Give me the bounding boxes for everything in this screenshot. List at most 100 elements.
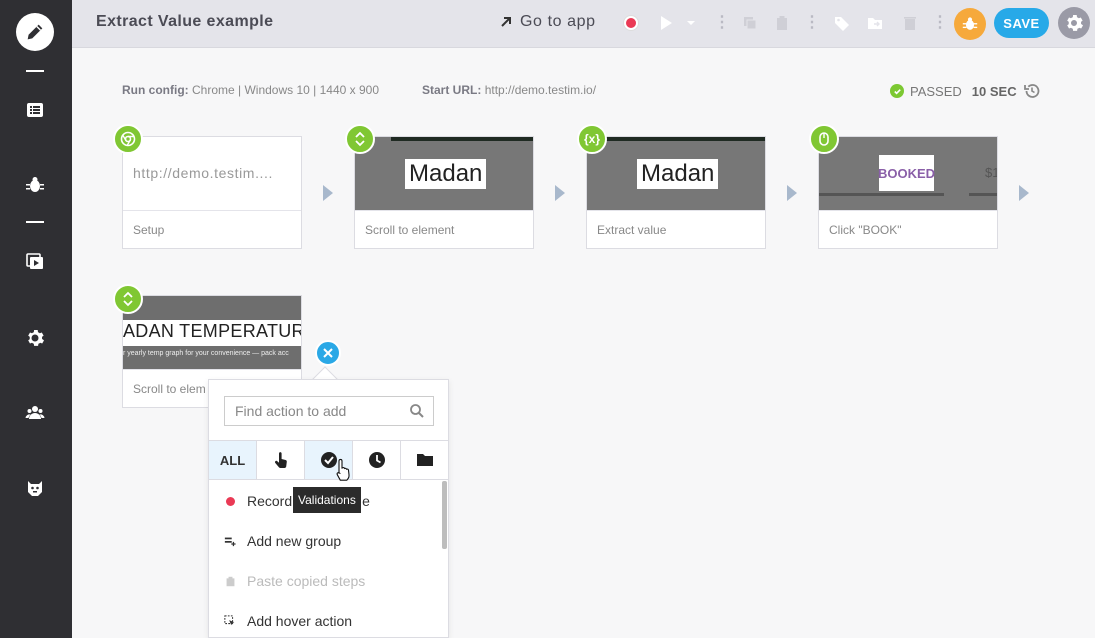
action-label: Record <box>247 493 293 509</box>
tab-all[interactable]: ALL <box>209 441 257 479</box>
history-icon[interactable] <box>1023 82 1041 100</box>
go-to-app-button[interactable]: Go to app <box>500 13 596 31</box>
settings-icon[interactable] <box>24 327 46 349</box>
validations-tooltip: Validations <box>293 487 361 513</box>
action-label: Paste copied steps <box>247 573 366 589</box>
test-settings-button[interactable] <box>1058 7 1090 39</box>
step-label: Click "BOOK" <box>829 223 902 237</box>
tab-shared[interactable] <box>401 441 448 479</box>
run-config: Run config: Chrome | Windows 10 | 1440 x… <box>122 83 379 97</box>
variable-icon: {x} <box>577 124 607 154</box>
step-card-scroll[interactable]: Madan Scroll to element <box>354 136 534 249</box>
go-to-app-label: Go to app <box>520 13 596 30</box>
step-preview-text: ADAN TEMPERATURE <box>123 321 301 341</box>
chrome-icon <box>113 124 143 154</box>
step-thumbnail: ADAN TEMPERATURE r yearly temp graph for… <box>123 296 301 370</box>
bug-icon[interactable] <box>24 174 46 196</box>
copy-button[interactable] <box>740 13 760 33</box>
bug-icon <box>962 17 978 30</box>
action-category-tabs: ALL <box>209 440 448 480</box>
run-status: PASSED 10 SEC <box>890 82 1041 100</box>
play-icon <box>661 16 672 30</box>
action-search-input[interactable] <box>225 397 405 425</box>
group-icon <box>223 534 237 548</box>
paste-button[interactable] <box>772 13 792 33</box>
mouse-icon <box>809 124 839 154</box>
more-options-icon[interactable]: ⋮ <box>802 13 822 33</box>
record-icon <box>223 494 237 508</box>
step-label: Setup <box>133 223 165 237</box>
hover-icon <box>223 614 237 628</box>
run-config-label: Run config: <box>122 83 189 97</box>
move-to-folder-button[interactable] <box>865 13 885 33</box>
step-thumbnail: http://demo.testim.... <box>123 137 301 211</box>
step-preview-subtext: r yearly temp graph for your convenience… <box>123 350 289 357</box>
step-arrow-icon <box>555 185 565 201</box>
paste-icon <box>223 574 237 588</box>
sidebar <box>0 0 72 638</box>
save-button[interactable]: SAVE <box>994 8 1049 38</box>
step-arrow-icon <box>1019 185 1029 201</box>
close-popup-button[interactable] <box>315 340 341 366</box>
scroll-icon <box>113 284 143 314</box>
step-card-click[interactable]: BOOKED $1 Click "BOOK" <box>818 136 998 249</box>
status-text: PASSED <box>910 83 962 99</box>
tab-interactions[interactable] <box>257 441 305 479</box>
tag-icon <box>835 17 849 31</box>
action-paste-steps[interactable]: Paste copied steps <box>209 561 441 601</box>
sidebar-divider <box>26 221 44 223</box>
start-url-label: Start URL: <box>422 83 482 97</box>
step-thumbnail: Madan <box>355 137 533 211</box>
record-icon <box>624 16 638 30</box>
step-thumbnail: BOOKED $1 <box>819 137 997 211</box>
action-add-group[interactable]: Add new group <box>209 521 441 561</box>
tab-wait[interactable] <box>353 441 401 479</box>
run-config-value: Chrome | Windows 10 | 1440 x 900 <box>192 83 379 97</box>
test-runs-icon[interactable] <box>24 251 46 273</box>
check-circle-icon <box>890 84 904 98</box>
start-url-value[interactable]: http://demo.testim.io/ <box>485 83 596 97</box>
report-bug-button[interactable] <box>954 8 986 40</box>
step-card-extract[interactable]: Madan Extract value <box>586 136 766 249</box>
step-preview-text: Madan <box>405 159 487 189</box>
more-options-icon[interactable]: ⋮ <box>712 13 732 33</box>
action-list-scrollbar[interactable] <box>442 481 447 549</box>
sidebar-divider <box>26 70 44 72</box>
label-button[interactable] <box>832 13 852 33</box>
step-preview-price: $1 <box>985 165 997 180</box>
run-duration: 10 SEC <box>971 83 1017 99</box>
play-button[interactable] <box>656 13 676 33</box>
scroll-icon <box>345 124 375 154</box>
more-options-icon[interactable]: ⋮ <box>930 13 950 33</box>
folder-icon <box>416 454 433 466</box>
step-card-setup[interactable]: http://demo.testim.... Setup <box>122 136 302 249</box>
search-icon <box>410 404 424 418</box>
step-preview-text: Madan <box>637 159 719 189</box>
action-label: Add new group <box>247 533 342 549</box>
clock-icon <box>368 452 385 468</box>
copy-icon <box>744 17 757 30</box>
step-preview-url: http://demo.testim.... <box>133 165 274 181</box>
test-list-icon[interactable] <box>24 99 46 121</box>
top-bar: Extract Value example Go to app ⋮ ⋮ ⋮ SA… <box>72 0 1095 48</box>
play-options-dropdown[interactable] <box>681 13 701 33</box>
delete-button[interactable] <box>900 13 920 33</box>
step-preview-text: BOOKED <box>878 155 935 191</box>
gear-icon <box>1067 15 1083 31</box>
team-icon[interactable] <box>24 401 46 423</box>
hand-pointer-icon <box>274 452 287 468</box>
mascot-icon[interactable] <box>24 477 46 499</box>
editor-logo-icon[interactable] <box>16 13 54 51</box>
trash-icon <box>904 17 916 30</box>
action-add-hover[interactable]: Add hover action <box>209 601 441 638</box>
chevron-down-icon <box>687 21 695 25</box>
step-arrow-icon <box>787 185 797 201</box>
step-thumbnail: Madan <box>587 137 765 211</box>
close-icon <box>323 348 333 358</box>
test-title[interactable]: Extract Value example <box>96 13 273 31</box>
step-label: Scroll to element <box>365 223 455 237</box>
hand-cursor-icon <box>336 458 350 481</box>
step-arrow-icon <box>323 185 333 201</box>
step-label: Scroll to elem <box>133 382 206 396</box>
record-button[interactable] <box>621 13 641 33</box>
